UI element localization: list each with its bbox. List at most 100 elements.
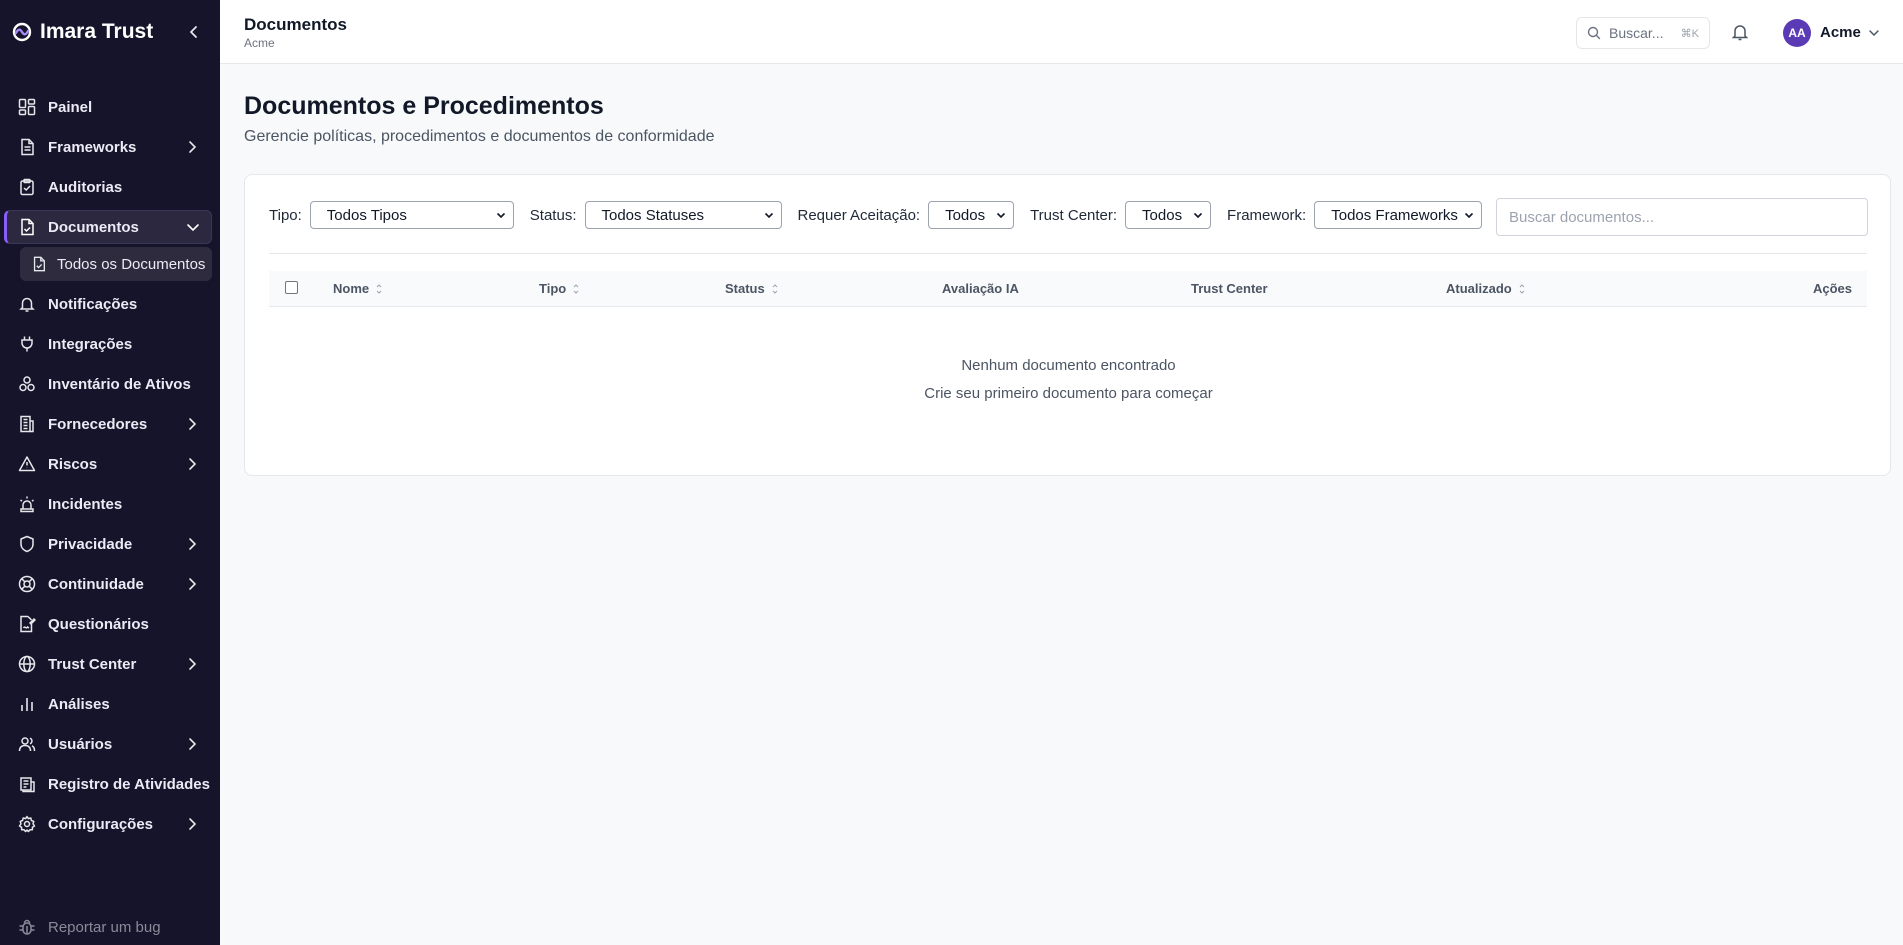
column-header-status[interactable]: Status [725,281,779,296]
chevron-down-icon [764,212,773,219]
chevron-right-icon [189,418,197,430]
table-header: Nome Tipo Status Avaliação IA Trust Cent… [269,271,1867,307]
sidebar-item-painel[interactable]: Painel [0,87,220,127]
sidebar-item-label: Notificações [48,295,138,313]
column-header-trust-center: Trust Center [1191,281,1268,296]
building-icon [18,415,36,433]
topbar: Documentos Acme Buscar... ⌘K AA Acme [220,0,1903,64]
notifications-bell-icon[interactable] [1730,22,1750,42]
sidebar-item-integracoes[interactable]: Integrações [0,324,220,364]
sidebar-item-fornecedores[interactable]: Fornecedores [0,404,220,444]
chevron-right-icon [189,658,197,670]
collapse-sidebar-button[interactable] [184,22,204,42]
filter-trust-center-label: Trust Center: [1030,206,1118,224]
filter-status-label: Status: [529,206,577,224]
empty-state-title: Nenhum documento encontrado [961,357,1176,374]
sidebar-item-inventario[interactable]: Inventário de Ativos [0,364,220,404]
column-header-tipo[interactable]: Tipo [539,281,580,296]
sidebar-item-label: Auditorias [48,178,123,196]
global-search-button[interactable]: Buscar... ⌘K [1576,17,1710,49]
sidebar-item-analises[interactable]: Análises [0,684,220,724]
filter-trust-center-select[interactable]: Todos [1125,201,1212,229]
users-icon [18,735,36,753]
page-title: Documentos e Procedimentos [244,92,604,120]
chevron-down-icon[interactable] [1867,26,1881,40]
filter-type-select[interactable]: Todos Tipos [309,201,514,229]
filter-status-value: Todos Statuses [601,206,705,224]
plug-icon [18,335,36,353]
sidebar-item-label: Fornecedores [48,415,148,433]
avatar[interactable]: AA [1783,19,1811,47]
breadcrumb-title: Documentos [244,15,347,34]
column-header-label: Ações [1813,281,1853,296]
user-menu-name[interactable]: Acme [1820,24,1861,41]
sidebar-item-trust-center[interactable]: Trust Center [0,644,220,684]
column-header-label: Avaliação IA [942,281,1019,296]
filter-acceptance-value: Todos [945,206,986,224]
warning-triangle-icon [18,455,36,473]
sidebar-item-registro-atividades[interactable]: Registro de Atividades [0,764,220,804]
sidebar: Imara Trust Painel Frameworks Auditorias… [0,0,220,945]
sidebar-item-label: Continuidade [48,575,144,593]
chevron-down-icon [187,224,199,232]
filter-acceptance-select[interactable]: Todos [928,201,1015,229]
sidebar-item-questionarios[interactable]: Questionários [0,604,220,644]
sidebar-item-label: Registro de Atividades [48,775,210,793]
chevron-right-icon [189,578,197,590]
filter-framework-select[interactable]: Todos Frameworks [1314,201,1483,229]
column-header-nome[interactable]: Nome [333,281,383,296]
breadcrumb-org: Acme [244,36,275,50]
file-text-icon [18,138,36,156]
filter-framework-value: Todos Frameworks [1331,206,1458,224]
logo-icon [12,22,32,42]
sidebar-item-label: Integrações [48,335,133,353]
sidebar-item-auditorias[interactable]: Auditorias [0,167,220,207]
sidebar-item-privacidade[interactable]: Privacidade [0,524,220,564]
filter-status-select[interactable]: Todos Statuses [584,201,782,229]
search-shortcut: ⌘K [1680,27,1699,40]
sidebar-item-configuracoes[interactable]: Configurações [0,804,220,844]
sort-icon [1519,283,1525,294]
column-header-label: Tipo [539,281,567,296]
filter-type-label: Tipo: [269,206,302,224]
filter-type-value: Todos Tipos [326,206,407,224]
gear-icon [18,815,36,833]
sort-icon [376,283,382,294]
chevron-right-icon [189,538,197,550]
sidebar-item-usuarios[interactable]: Usuários [0,724,220,764]
sidebar-item-notificacoes[interactable]: Notificações [0,284,220,324]
filters-bar: Tipo: Todos Tipos Status: Todos Statuses… [269,199,1498,231]
document-search-input[interactable] [1496,198,1868,236]
report-bug-link[interactable]: Reportar um bug [18,918,161,936]
select-all-checkbox[interactable] [285,281,298,294]
globe-icon [18,655,36,673]
search-icon [1587,26,1601,40]
sidebar-item-label: Frameworks [48,138,137,156]
sidebar-subitem-todos-documentos[interactable]: Todos os Documentos [20,247,212,281]
sidebar-item-continuidade[interactable]: Continuidade [0,564,220,604]
sidebar-item-label: Usuários [48,735,113,753]
column-header-label: Trust Center [1191,281,1268,296]
column-header-label: Status [725,281,765,296]
sidebar-item-label: Questionários [48,615,149,633]
documents-card: Tipo: Todos Tipos Status: Todos Statuses… [244,174,1891,476]
file-signature-icon [18,615,36,633]
filter-acceptance-label: Requer Aceitação: [797,206,921,224]
column-header-atualizado[interactable]: Atualizado [1446,281,1526,296]
brand-name: Imara Trust [40,20,154,43]
sidebar-item-incidentes[interactable]: Incidentes [0,484,220,524]
brand[interactable]: Imara Trust [12,20,153,44]
sidebar-item-documentos[interactable]: Documentos [4,210,212,244]
sidebar-subitem-label: Todos os Documentos [57,255,206,273]
column-header-avaliacao-ia: Avaliação IA [942,281,1019,296]
column-header-label: Nome [333,281,370,296]
sidebar-item-label: Painel [48,98,93,116]
lifebuoy-icon [18,575,36,593]
shield-icon [18,535,36,553]
file-check-icon [18,218,36,236]
filters-divider [269,253,1867,254]
sidebar-item-riscos[interactable]: Riscos [0,444,220,484]
chevron-right-icon [189,738,197,750]
chevron-down-icon [496,212,505,219]
sidebar-item-frameworks[interactable]: Frameworks [0,127,220,167]
